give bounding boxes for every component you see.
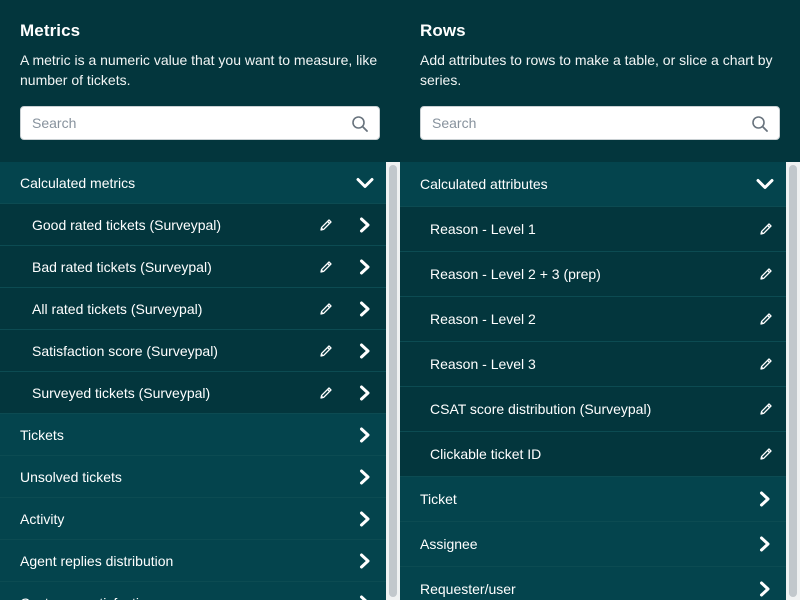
pencil-icon[interactable]	[318, 343, 334, 359]
category-row[interactable]: Tickets	[0, 414, 386, 456]
metrics-description: A metric is a numeric value that you wan…	[20, 52, 378, 88]
metrics-title: Metrics	[20, 21, 81, 40]
category-label: Tickets	[20, 426, 64, 443]
category-row[interactable]: Agent replies distribution	[0, 540, 386, 582]
pencil-icon[interactable]	[758, 266, 774, 282]
list-item[interactable]: Bad rated tickets (Surveypal)	[0, 246, 386, 288]
chevron-right-icon[interactable]	[758, 581, 772, 597]
search-icon[interactable]	[751, 115, 769, 133]
category-row[interactable]: Customer satisfaction	[0, 582, 386, 600]
category-label: Unsolved tickets	[20, 468, 122, 485]
list-item-label: Reason - Level 1	[430, 221, 536, 237]
list-item-label: Reason - Level 2 + 3 (prep)	[430, 266, 601, 282]
chevron-right-icon[interactable]	[358, 427, 372, 443]
category-row[interactable]: Calculated metrics	[0, 162, 386, 204]
rows-search-input[interactable]	[421, 107, 779, 139]
chevron-down-icon[interactable]	[756, 177, 774, 191]
metrics-search-input[interactable]	[21, 107, 379, 139]
category-row[interactable]: Activity	[0, 498, 386, 540]
category-label: Customer satisfaction	[20, 595, 386, 600]
list-item[interactable]: Surveyed tickets (Surveypal)	[0, 372, 386, 414]
metrics-scrollbar[interactable]	[386, 162, 400, 600]
rows-header: Rows Add attributes to rows to make a ta…	[400, 0, 800, 162]
category-row[interactable]: Ticket	[400, 477, 786, 522]
search-icon[interactable]	[351, 115, 369, 133]
chevron-right-icon[interactable]	[358, 217, 372, 233]
pencil-icon[interactable]	[318, 301, 334, 317]
metrics-header: Metrics A metric is a numeric value that…	[0, 0, 400, 162]
category-row[interactable]: Unsolved tickets	[0, 456, 386, 498]
metrics-panel: Metrics A metric is a numeric value that…	[0, 0, 400, 600]
pencil-icon[interactable]	[318, 259, 334, 275]
list-item[interactable]: Reason - Level 1	[400, 207, 786, 252]
category-label: Ticket	[420, 491, 457, 507]
pencil-icon[interactable]	[758, 311, 774, 327]
chevron-right-icon[interactable]	[358, 259, 372, 275]
list-item-label: Reason - Level 2	[430, 311, 536, 327]
chevron-down-icon[interactable]	[356, 176, 374, 190]
chevron-right-icon[interactable]	[358, 385, 372, 401]
category-label: Agent replies distribution	[20, 552, 174, 569]
rows-description: Add attributes to rows to make a table, …	[420, 52, 773, 88]
category-row[interactable]: Assignee	[400, 522, 786, 567]
pencil-icon[interactable]	[318, 217, 334, 233]
chevron-right-icon[interactable]	[358, 301, 372, 317]
list-item[interactable]: Clickable ticket ID	[400, 432, 786, 477]
pencil-icon[interactable]	[758, 446, 774, 462]
list-item[interactable]: Good rated tickets (Surveypal)	[0, 204, 386, 246]
pencil-icon[interactable]	[758, 356, 774, 372]
category-label: Assignee	[420, 536, 478, 552]
rows-panel: Rows Add attributes to rows to make a ta…	[400, 0, 800, 600]
metrics-scrollbar-thumb[interactable]	[389, 165, 397, 597]
category-label: Activity	[20, 510, 65, 527]
chevron-right-icon[interactable]	[758, 491, 772, 507]
metrics-list-container: Calculated metrics Good rated tickets (Su…	[0, 162, 400, 600]
category-label: Requester/user	[420, 581, 516, 597]
rows-scrollbar[interactable]	[786, 162, 800, 600]
rows-search-box[interactable]	[420, 106, 780, 140]
rows-scrollbar-thumb[interactable]	[789, 165, 797, 597]
pencil-icon[interactable]	[758, 221, 774, 237]
chevron-right-icon[interactable]	[358, 595, 372, 600]
category-row[interactable]: Calculated attributes	[400, 162, 786, 207]
category-label: Calculated metrics	[20, 174, 136, 191]
list-item-label: CSAT score distribution (Surveypal)	[430, 401, 652, 417]
metrics-list: Calculated metrics Good rated tickets (Su…	[0, 162, 386, 600]
chevron-right-icon[interactable]	[358, 511, 372, 527]
list-item[interactable]: Reason - Level 2 + 3 (prep)	[400, 252, 786, 297]
chevron-right-icon[interactable]	[358, 469, 372, 485]
rows-title: Rows	[420, 21, 466, 40]
metrics-search-box[interactable]	[20, 106, 380, 140]
rows-list: Calculated attributes Reason - Level 1 Rea…	[400, 162, 786, 600]
list-item[interactable]: Satisfaction score (Surveypal)	[0, 330, 386, 372]
list-item[interactable]: Reason - Level 2	[400, 297, 786, 342]
category-label: Calculated attributes	[420, 176, 548, 192]
chevron-right-icon[interactable]	[358, 343, 372, 359]
category-row[interactable]: Requester/user	[400, 567, 786, 600]
rows-list-container: Calculated attributes Reason - Level 1 Rea…	[400, 162, 800, 600]
pencil-icon[interactable]	[318, 385, 334, 401]
list-item-label: Clickable ticket ID	[430, 446, 542, 462]
list-item[interactable]: CSAT score distribution (Surveypal)	[400, 387, 786, 432]
pencil-icon[interactable]	[758, 401, 774, 417]
list-item-label: Reason - Level 3	[430, 356, 536, 372]
chevron-right-icon[interactable]	[358, 553, 372, 569]
list-item[interactable]: Reason - Level 3	[400, 342, 786, 387]
list-item[interactable]: All rated tickets (Surveypal)	[0, 288, 386, 330]
chevron-right-icon[interactable]	[758, 536, 772, 552]
